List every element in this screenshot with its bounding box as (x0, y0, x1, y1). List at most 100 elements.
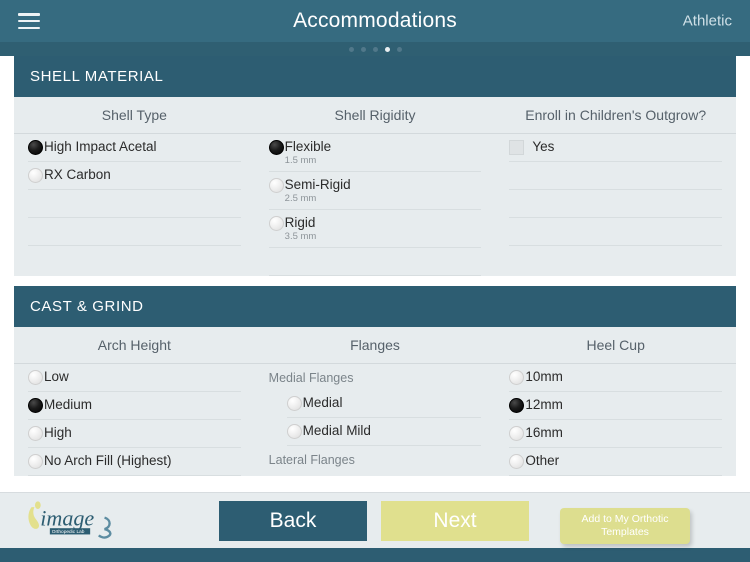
option-row-empty (509, 190, 723, 218)
option-row-empty (28, 190, 241, 218)
option-text: No Arch Fill (Highest) (43, 453, 172, 468)
radio-icon[interactable] (28, 168, 43, 183)
column-heading-childrens-outgrow: Enroll in Children's Outgrow? (525, 107, 707, 123)
option-row[interactable]: High (28, 420, 241, 448)
hamburger-icon[interactable] (18, 13, 40, 29)
option-text: Semi-Rigid 2.5 mm (284, 177, 351, 205)
option-text: 16mm (524, 425, 563, 440)
section-body: Shell Type Shell Rigidity Enroll in Childr… (14, 97, 736, 276)
option-label: Other (525, 453, 560, 468)
column-shell-type: High Impact Acetal RX Carbon (14, 134, 255, 276)
radio-icon[interactable] (286, 396, 302, 411)
option-row-empty (509, 162, 723, 190)
section-card-cast-and-grind: CAST & GRIND Arch Height Flanges Heel Cup Lo… (14, 286, 736, 476)
column-headings: Arch Height Flanges Heel Cup (14, 327, 736, 364)
option-label: Semi-Rigid (284, 177, 351, 192)
column-group: Low Medium High No Arch Fill (Highest) Media… (14, 364, 736, 476)
option-label: Medium (44, 397, 93, 412)
option-row[interactable]: Semi-Rigid 2.5 mm (268, 172, 482, 210)
column-heading-heel-cup: Heel Cup (586, 337, 645, 353)
option-row[interactable]: Medial Mild (286, 418, 482, 446)
option-row[interactable]: 10mm (509, 364, 723, 392)
option-row-empty (509, 218, 723, 246)
bottom-status-bar (0, 548, 750, 562)
svg-text:image: image (40, 505, 94, 530)
add-to-templates-button[interactable]: Add to My Orthotic Templates (560, 508, 690, 544)
radio-icon[interactable] (268, 178, 284, 193)
option-text: Medial (302, 395, 343, 410)
option-text: High (43, 425, 72, 440)
option-label: 10mm (525, 369, 563, 384)
option-label: Yes (532, 139, 555, 154)
radio-icon-selected[interactable] (509, 398, 525, 413)
option-row[interactable]: Other (509, 448, 723, 476)
option-row[interactable]: No Arch Fill (Highest) (28, 448, 241, 476)
logo-subtitle-text: Orthopedic Lab (52, 529, 85, 535)
header-category-label: Athletic (682, 12, 732, 30)
radio-icon-selected[interactable] (268, 140, 284, 155)
option-label: Low (44, 369, 69, 384)
option-label: High Impact Acetal (44, 139, 157, 154)
checkbox-icon[interactable] (509, 140, 525, 155)
option-text: Medium (43, 397, 92, 412)
hamburger-bar (18, 13, 40, 16)
radio-icon[interactable] (509, 426, 525, 441)
brand-logo: image Orthopedic Lab (22, 500, 118, 542)
radio-icon-selected[interactable] (28, 398, 43, 413)
section-card-shell-material: SHELL MATERIAL Shell Type Shell Rigidity En… (14, 56, 736, 276)
option-row[interactable]: 12mm (509, 392, 723, 420)
option-row[interactable]: Low (28, 364, 241, 392)
app-header: Accommodations Athletic (0, 0, 750, 42)
page-dot-2[interactable] (360, 46, 366, 52)
back-button[interactable]: Back (219, 501, 367, 541)
column-shell-rigidity: Flexible 1.5 mm Semi-Rigid 2.5 mm Rigid 3.5 m… (255, 134, 496, 276)
option-row[interactable]: 16mm (509, 420, 723, 448)
option-sublabel: 3.5 mm (284, 231, 317, 242)
radio-icon[interactable] (28, 426, 43, 441)
column-childrens-outgrow: Yes (495, 134, 736, 276)
radio-icon[interactable] (28, 454, 43, 469)
option-row[interactable]: RX Carbon (28, 162, 241, 190)
page-indicator (0, 42, 750, 56)
option-label: High (44, 425, 72, 440)
next-button[interactable]: Next (381, 501, 529, 541)
page-dot-3[interactable] (372, 46, 378, 52)
page-dot-1[interactable] (348, 46, 354, 52)
option-text: 10mm (524, 369, 563, 384)
option-row[interactable]: High Impact Acetal (28, 134, 241, 162)
page-dot-5[interactable] (396, 46, 402, 52)
option-row[interactable]: Rigid 3.5 mm (268, 210, 482, 248)
option-text: Low (43, 369, 69, 384)
form-content: SHELL MATERIAL Shell Type Shell Rigidity En… (0, 56, 750, 492)
option-label: RX Carbon (44, 167, 111, 182)
section-body: Arch Height Flanges Heel Cup Low Medium High N… (14, 327, 736, 476)
option-row[interactable]: Yes (509, 134, 723, 162)
option-sublabel: 2.5 mm (284, 193, 317, 204)
group-options: Medial Medial Mild (269, 390, 482, 446)
radio-icon[interactable] (268, 216, 284, 231)
option-text: 12mm (524, 397, 563, 412)
option-text: Yes (531, 139, 554, 154)
page-dot-4[interactable] (384, 46, 390, 52)
section-title: SHELL MATERIAL (14, 56, 736, 97)
option-row[interactable]: Flexible 1.5 mm (268, 134, 482, 172)
column-heading-arch-height: Arch Height (97, 337, 171, 353)
column-heading-shell-type: Shell Type (101, 107, 167, 123)
radio-icon-selected[interactable] (28, 140, 43, 155)
radio-icon[interactable] (286, 424, 302, 439)
radio-icon[interactable] (509, 454, 525, 469)
option-label: Rigid (284, 215, 316, 230)
radio-icon[interactable] (509, 370, 525, 385)
radio-icon[interactable] (28, 370, 43, 385)
column-heel-cup: 10mm 12mm 16mm Other (495, 364, 736, 476)
option-row[interactable]: Medium (28, 392, 241, 420)
app-root: Accommodations Athletic SHELL MATERIAL Sh… (0, 0, 750, 562)
option-sublabel: 1.5 mm (284, 155, 317, 166)
option-row-empty (28, 218, 241, 246)
option-row[interactable]: Medial (286, 390, 482, 418)
